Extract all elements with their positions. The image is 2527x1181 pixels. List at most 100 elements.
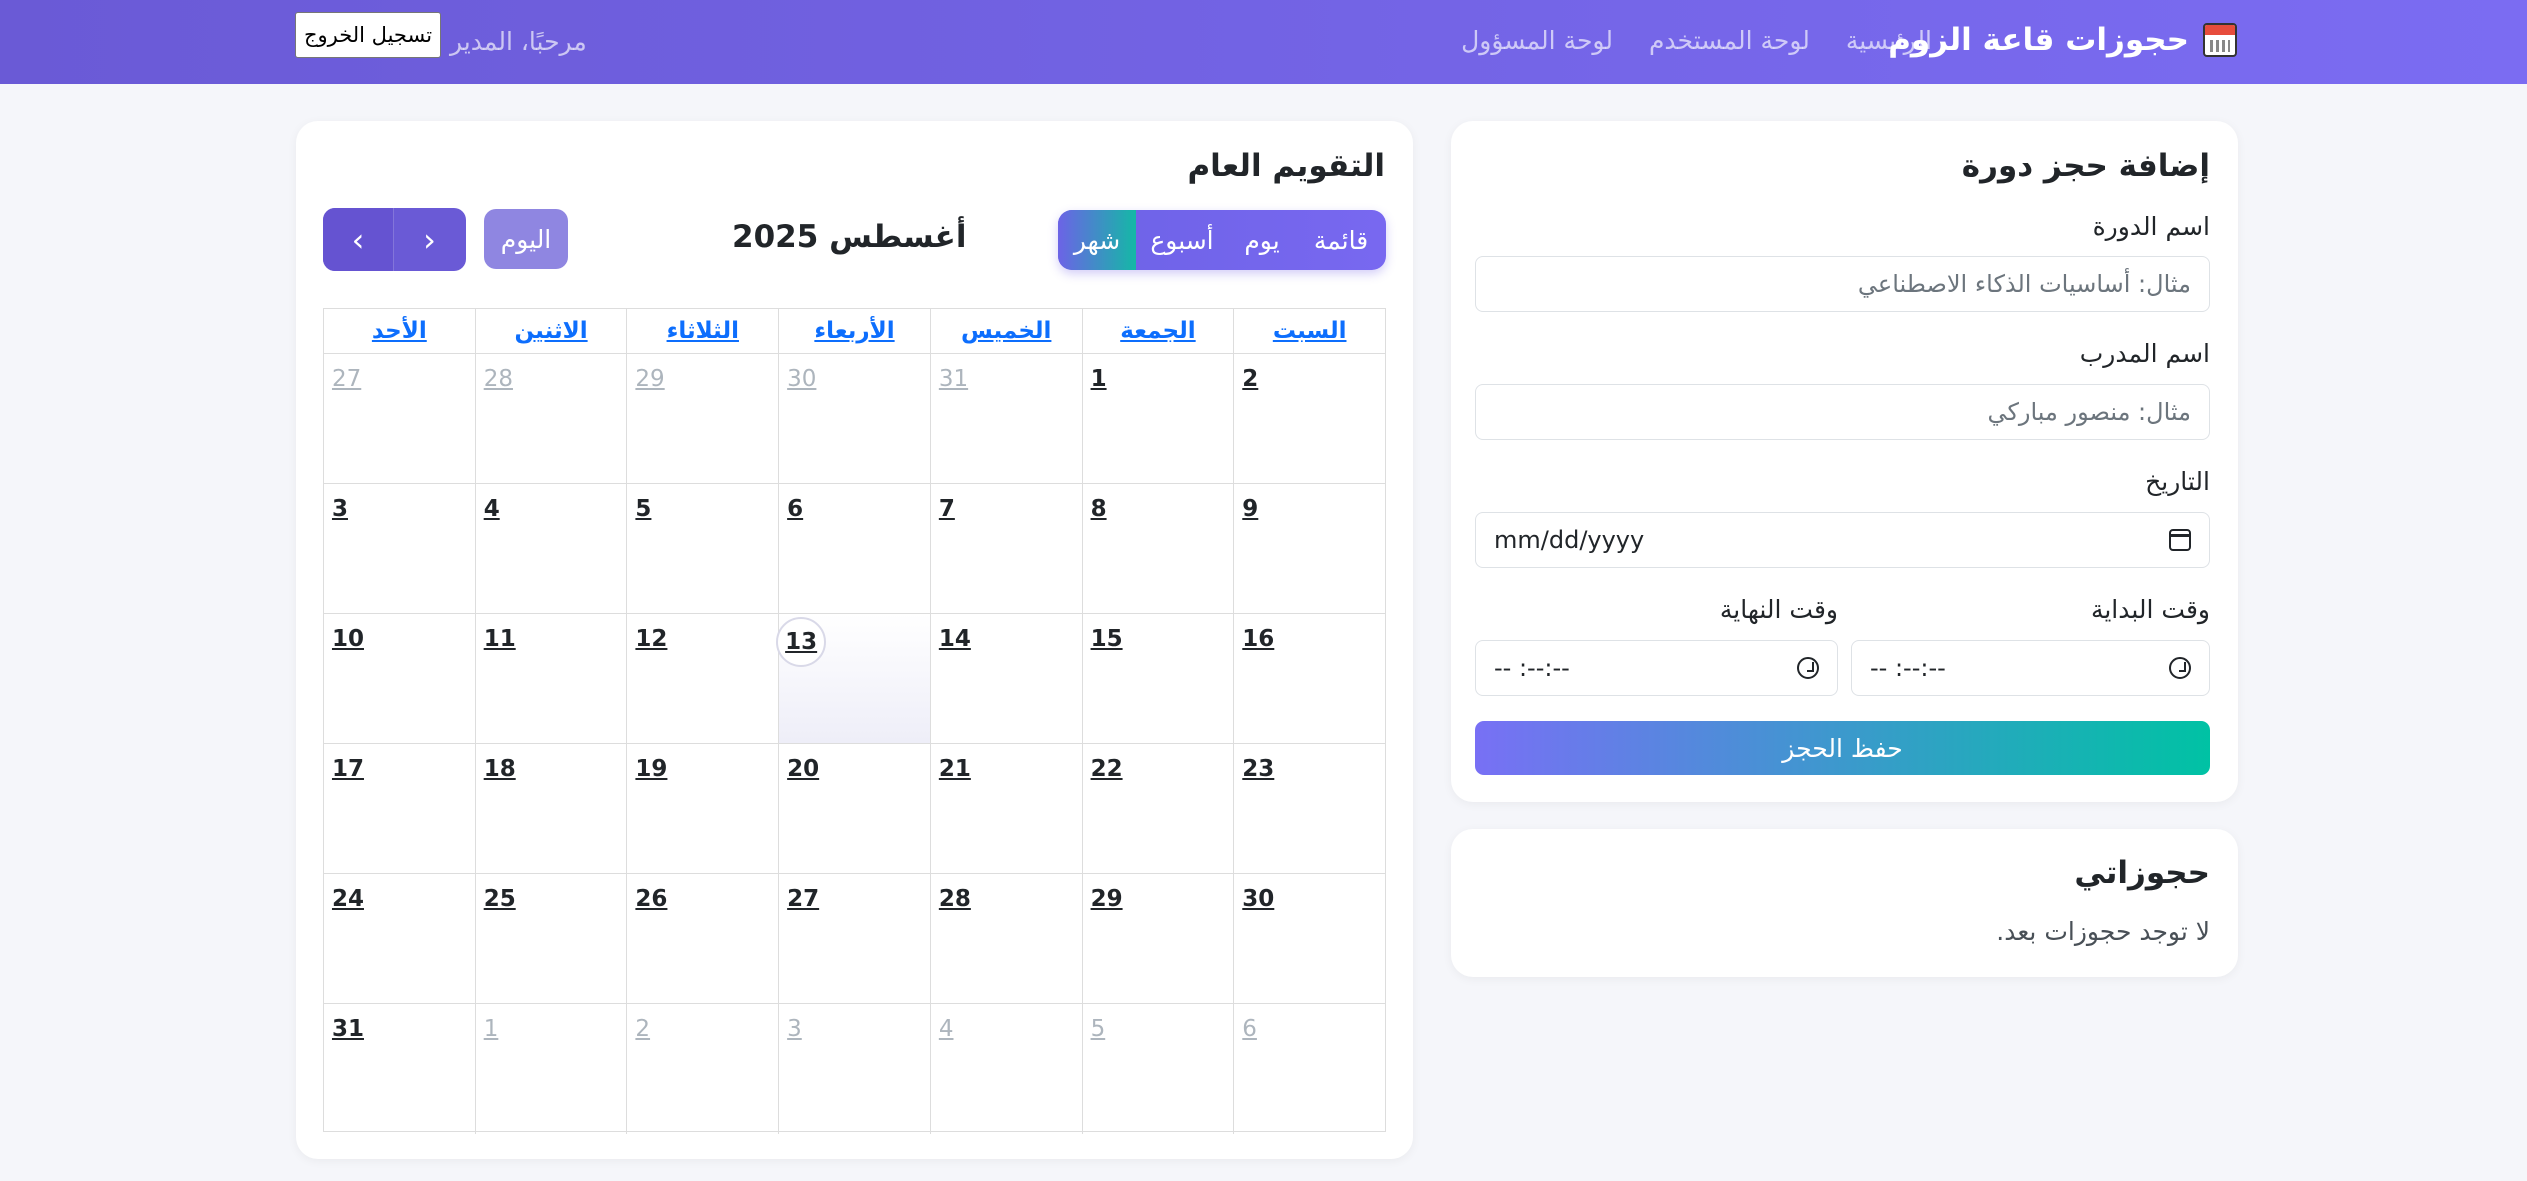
day-number[interactable]: 4	[939, 1016, 954, 1042]
day-cell[interactable]: 17	[324, 744, 475, 873]
day-number[interactable]: 27	[332, 366, 361, 392]
chevron-right-icon[interactable]: ›	[394, 208, 465, 271]
today-button[interactable]: اليوم	[484, 209, 568, 269]
day-number[interactable]: 2	[635, 1016, 650, 1042]
day-cell-other-month[interactable]: 3	[778, 1004, 930, 1134]
day-number[interactable]: 3	[332, 496, 348, 522]
day-cell[interactable]: 31	[324, 1004, 475, 1134]
logout-button[interactable]: تسجيل الخروج	[295, 12, 441, 58]
day-number[interactable]: 19	[635, 756, 667, 782]
weekday-wednesday[interactable]: الأربعاء	[778, 309, 930, 353]
day-cell[interactable]: 2	[1233, 354, 1385, 483]
day-cell[interactable]: 7	[929, 484, 1082, 613]
course-input[interactable]: مثال: أساسيات الذكاء الاصطناعي	[1475, 256, 2210, 312]
day-number[interactable]: 27	[787, 886, 819, 912]
day-number[interactable]: 31	[939, 366, 968, 392]
day-number[interactable]: 23	[1242, 756, 1274, 782]
day-cell-other-month[interactable]: 28	[474, 354, 627, 483]
trainer-input[interactable]: مثال: منصور مباركي	[1475, 384, 2210, 440]
day-cell[interactable]: 9	[1233, 484, 1385, 613]
day-cell[interactable]: 24	[324, 874, 475, 1003]
day-cell-other-month[interactable]: 27	[324, 354, 475, 483]
day-number[interactable]: 6	[787, 496, 803, 522]
day-cell[interactable]: 28	[929, 874, 1082, 1003]
day-number[interactable]: 1	[484, 1016, 499, 1042]
day-number[interactable]: 10	[332, 626, 364, 652]
day-number[interactable]: 5	[635, 496, 651, 522]
day-number[interactable]: 16	[1242, 626, 1274, 652]
day-cell-other-month[interactable]: 2	[626, 1004, 778, 1134]
day-number[interactable]: 31	[332, 1016, 364, 1042]
nav-link-admin-dashboard[interactable]: لوحة المسؤول	[1461, 26, 1613, 55]
day-number[interactable]: 28	[939, 886, 971, 912]
day-number[interactable]: 29	[1091, 886, 1123, 912]
day-cell[interactable]: 16	[1233, 614, 1385, 743]
day-cell[interactable]: 4	[474, 484, 627, 613]
day-number[interactable]: 18	[484, 756, 516, 782]
day-cell-other-month[interactable]: 4	[929, 1004, 1082, 1134]
day-cell[interactable]: 11	[474, 614, 627, 743]
day-number[interactable]: 7	[939, 496, 955, 522]
day-number[interactable]: 11	[484, 626, 516, 652]
view-month-button[interactable]: شهر	[1058, 210, 1136, 270]
day-number[interactable]: 17	[332, 756, 364, 782]
day-cell[interactable]: 6	[778, 484, 930, 613]
day-cell[interactable]: 29	[1081, 874, 1234, 1003]
day-cell[interactable]: 20	[778, 744, 930, 873]
day-cell[interactable]: 23	[1233, 744, 1385, 873]
end-time-input[interactable]: -- :--:--	[1475, 640, 1838, 696]
day-number[interactable]: 6	[1242, 1016, 1257, 1042]
weekday-thursday[interactable]: الخميس	[929, 309, 1082, 353]
weekday-friday[interactable]: الجمعة	[1081, 309, 1234, 353]
day-number[interactable]: 29	[635, 366, 664, 392]
nav-link-user-dashboard[interactable]: لوحة المستخدم	[1649, 26, 1810, 55]
weekday-saturday[interactable]: السبت	[1233, 309, 1385, 353]
day-cell[interactable]: 5	[626, 484, 778, 613]
day-cell[interactable]: 25	[474, 874, 627, 1003]
day-number[interactable]: 3	[787, 1016, 802, 1042]
day-cell-other-month[interactable]: 5	[1081, 1004, 1234, 1134]
day-number[interactable]: 12	[635, 626, 667, 652]
day-number[interactable]: 25	[484, 886, 516, 912]
start-time-input[interactable]: -- :--:--	[1851, 640, 2210, 696]
save-booking-button[interactable]: حفظ الحجز	[1475, 721, 2210, 775]
weekday-monday[interactable]: الاثنين	[474, 309, 627, 353]
day-cell-other-month[interactable]: 29	[626, 354, 778, 483]
day-number[interactable]: 14	[939, 626, 971, 652]
day-cell-other-month[interactable]: 30	[778, 354, 930, 483]
day-cell[interactable]: 22	[1081, 744, 1234, 873]
day-number[interactable]: 28	[484, 366, 513, 392]
view-day-button[interactable]: يوم	[1228, 210, 1296, 270]
day-number[interactable]: 21	[939, 756, 971, 782]
day-cell[interactable]: 30	[1233, 874, 1385, 1003]
day-number[interactable]: 2	[1242, 366, 1258, 392]
day-number[interactable]: 24	[332, 886, 364, 912]
day-cell[interactable]: 18	[474, 744, 627, 873]
day-cell[interactable]: 27	[778, 874, 930, 1003]
day-number[interactable]: 20	[787, 756, 819, 782]
day-cell-other-month[interactable]: 1	[474, 1004, 627, 1134]
chevron-left-icon[interactable]: ‹	[323, 208, 394, 271]
calendar-picker-icon[interactable]	[2169, 529, 2191, 551]
day-number[interactable]: 30	[787, 366, 816, 392]
day-number[interactable]: 8	[1091, 496, 1107, 522]
clock-icon[interactable]	[1797, 657, 1819, 679]
day-cell[interactable]: 1	[1081, 354, 1234, 483]
nav-link-home[interactable]: الرئيسية	[1846, 26, 1932, 55]
day-cell[interactable]: 21	[929, 744, 1082, 873]
day-number[interactable]: 13	[776, 617, 827, 667]
day-number[interactable]: 4	[484, 496, 500, 522]
clock-icon[interactable]	[2169, 657, 2191, 679]
day-number[interactable]: 9	[1242, 496, 1258, 522]
day-number[interactable]: 22	[1091, 756, 1123, 782]
weekday-tuesday[interactable]: الثلاثاء	[626, 309, 778, 353]
view-week-button[interactable]: أسبوع	[1136, 210, 1228, 270]
brand[interactable]: حجوزات قاعة الزوم	[1888, 22, 2237, 58]
day-number[interactable]: 15	[1091, 626, 1123, 652]
view-list-button[interactable]: قائمة	[1296, 210, 1386, 270]
day-number[interactable]: 30	[1242, 886, 1274, 912]
day-cell[interactable]: 15	[1081, 614, 1234, 743]
date-input[interactable]: mm/dd/yyyy	[1475, 512, 2210, 568]
day-cell-other-month[interactable]: 31	[929, 354, 1082, 483]
day-number[interactable]: 5	[1091, 1016, 1106, 1042]
